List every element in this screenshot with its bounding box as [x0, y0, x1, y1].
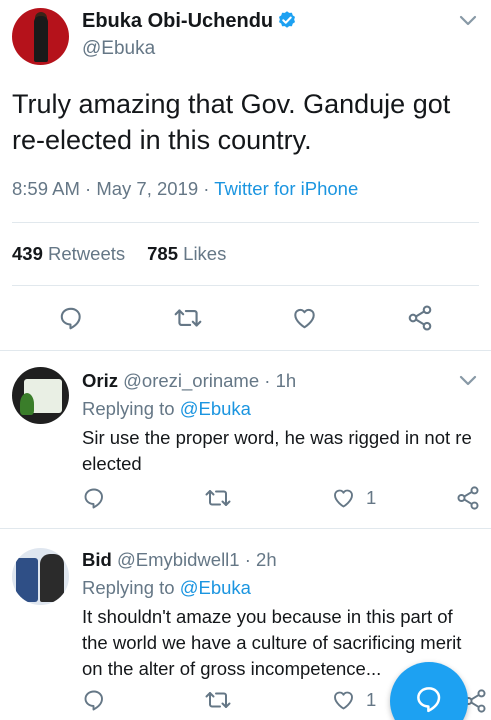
reply-timestamp: · 2h	[244, 549, 277, 570]
like-icon[interactable]	[291, 305, 318, 331]
likes-label: Likes	[183, 243, 227, 264]
tweet-time: 8:59 AM	[12, 178, 80, 199]
reply-icon[interactable]	[58, 305, 84, 331]
likes-stat[interactable]: 785 Likes	[147, 243, 226, 264]
likes-count: 785	[147, 243, 179, 264]
retweets-stat[interactable]: 439 Retweets	[12, 243, 125, 264]
replying-to-link[interactable]: @Ebuka	[180, 398, 251, 419]
tweet-meta: 8:59 AM · May 7, 2019 · Twitter for iPho…	[12, 178, 358, 200]
like-icon[interactable]	[331, 486, 356, 510]
author-handle[interactable]: @Ebuka	[82, 38, 155, 60]
divider	[12, 222, 479, 223]
avatar-figure	[34, 16, 48, 62]
avatar-image-book	[16, 558, 38, 602]
tweet-text: Truly amazing that Gov. Ganduje got re-e…	[12, 89, 451, 155]
tweet-source-link[interactable]: Twitter for iPhone	[214, 178, 358, 199]
replying-to-prefix: Replying to	[82, 398, 180, 419]
reply-author-handle: @orezi_oriname	[123, 370, 260, 391]
tweet-stats: 439 Retweets 785 Likes	[12, 243, 226, 265]
avatar-image-figure	[20, 393, 34, 415]
reply-author-name: Oriz	[82, 370, 118, 391]
retweet-icon[interactable]	[173, 305, 203, 331]
replying-to: Replying to @Ebuka	[82, 398, 251, 420]
reply-icon[interactable]	[82, 486, 106, 510]
tweet-header: Ebuka Obi-Uchendu @Ebuka	[0, 0, 491, 70]
tweet-date: May 7, 2019	[96, 178, 199, 199]
reply-avatar[interactable]	[12, 367, 69, 424]
reply-item[interactable]: Oriz @orezi_oriname · 1h Replying to @Eb…	[0, 350, 491, 528]
divider	[12, 285, 479, 286]
reply-author-handle: @Emybidwell1	[116, 549, 240, 570]
like-count: 1	[366, 487, 377, 508]
share-icon[interactable]	[406, 304, 434, 332]
meta-separator: ·	[198, 178, 215, 199]
reply-author[interactable]: Bid @Emybidwell1 · 2h	[82, 549, 277, 571]
chat-bubble-icon	[414, 684, 444, 719]
author-name-text: Ebuka Obi-Uchendu	[82, 10, 274, 32]
avatar-image-figure	[40, 554, 64, 602]
meta-separator: ·	[79, 178, 97, 199]
verified-badge-icon	[277, 10, 297, 30]
author-avatar[interactable]	[12, 8, 69, 65]
retweet-icon[interactable]	[204, 486, 232, 510]
retweets-count: 439	[12, 243, 43, 264]
retweet-icon[interactable]	[204, 688, 232, 712]
reply-avatar[interactable]	[12, 548, 69, 605]
retweets-label: Retweets	[48, 243, 126, 264]
reply-icon[interactable]	[82, 688, 106, 712]
replying-to-prefix: Replying to	[82, 577, 180, 598]
like-icon[interactable]	[331, 688, 356, 712]
reply-author[interactable]: Oriz @orezi_oriname · 1h	[82, 370, 296, 392]
replying-to: Replying to @Ebuka	[82, 577, 251, 599]
like-count: 1	[366, 689, 377, 710]
chevron-down-icon[interactable]	[458, 14, 478, 28]
share-icon[interactable]	[455, 485, 481, 511]
reply-author-name: Bid	[82, 549, 112, 570]
chevron-down-icon[interactable]	[458, 374, 478, 388]
replying-to-link[interactable]: @Ebuka	[180, 577, 251, 598]
reply-text: Sir use the proper word, he was rigged i…	[82, 427, 472, 474]
author-name[interactable]: Ebuka Obi-Uchendu	[82, 10, 297, 33]
reply-timestamp: · 1h	[264, 370, 297, 391]
